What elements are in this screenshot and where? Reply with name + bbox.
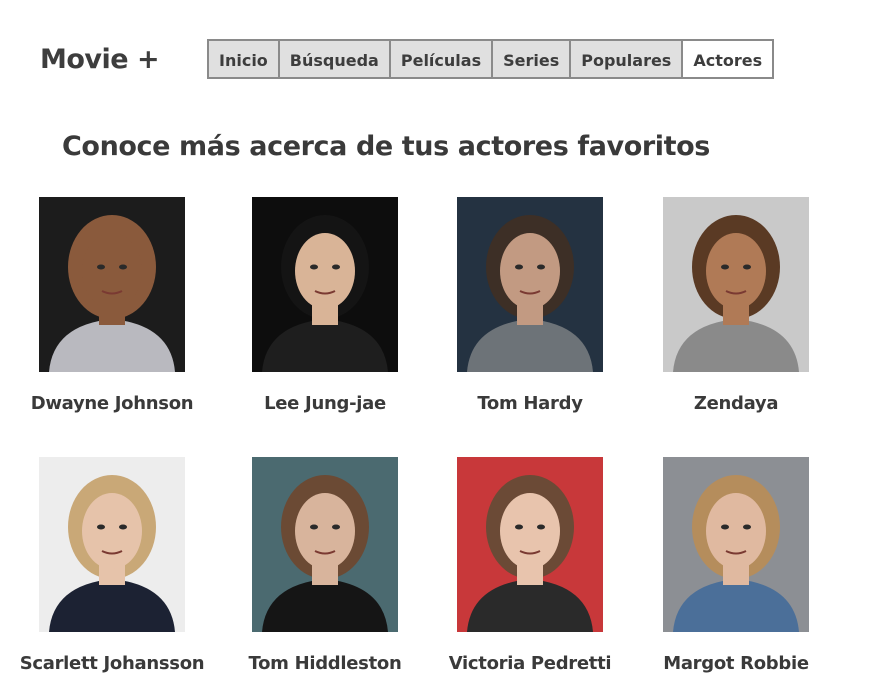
actor-name[interactable]: Scarlett Johansson — [7, 653, 217, 674]
actor-photo[interactable] — [252, 197, 398, 372]
actor-photo[interactable] — [39, 197, 185, 372]
actor-photo[interactable] — [663, 197, 809, 372]
actor-name[interactable]: Margot Robbie — [631, 653, 841, 674]
actor-name[interactable]: Victoria Pedretti — [425, 653, 635, 674]
actor-name[interactable]: Dwayne Johnson — [7, 393, 217, 414]
actor-name[interactable]: Zendaya — [631, 393, 841, 414]
actor-name[interactable]: Lee Jung-jae — [220, 393, 430, 414]
actor-name[interactable]: Tom Hiddleston — [220, 653, 430, 674]
actor-photo[interactable] — [457, 197, 603, 372]
actor-photo[interactable] — [39, 457, 185, 632]
main-nav: Inicio Búsqueda Películas Series Popular… — [207, 39, 775, 79]
tab-peliculas[interactable]: Películas — [390, 41, 494, 77]
tab-busqueda[interactable]: Búsqueda — [279, 41, 391, 77]
tab-series[interactable]: Series — [493, 41, 572, 77]
actor-photo[interactable] — [252, 457, 398, 632]
tab-inicio[interactable]: Inicio — [209, 41, 280, 77]
page-title: Conoce más acerca de tus actores favorit… — [62, 131, 710, 162]
app-logo[interactable]: Movie + — [40, 44, 160, 75]
actor-name[interactable]: Tom Hardy — [425, 393, 635, 414]
tab-actores[interactable]: Actores — [683, 41, 773, 77]
actor-photo[interactable] — [457, 457, 603, 632]
tab-populares[interactable]: Populares — [571, 41, 684, 77]
actor-photo[interactable] — [663, 457, 809, 632]
